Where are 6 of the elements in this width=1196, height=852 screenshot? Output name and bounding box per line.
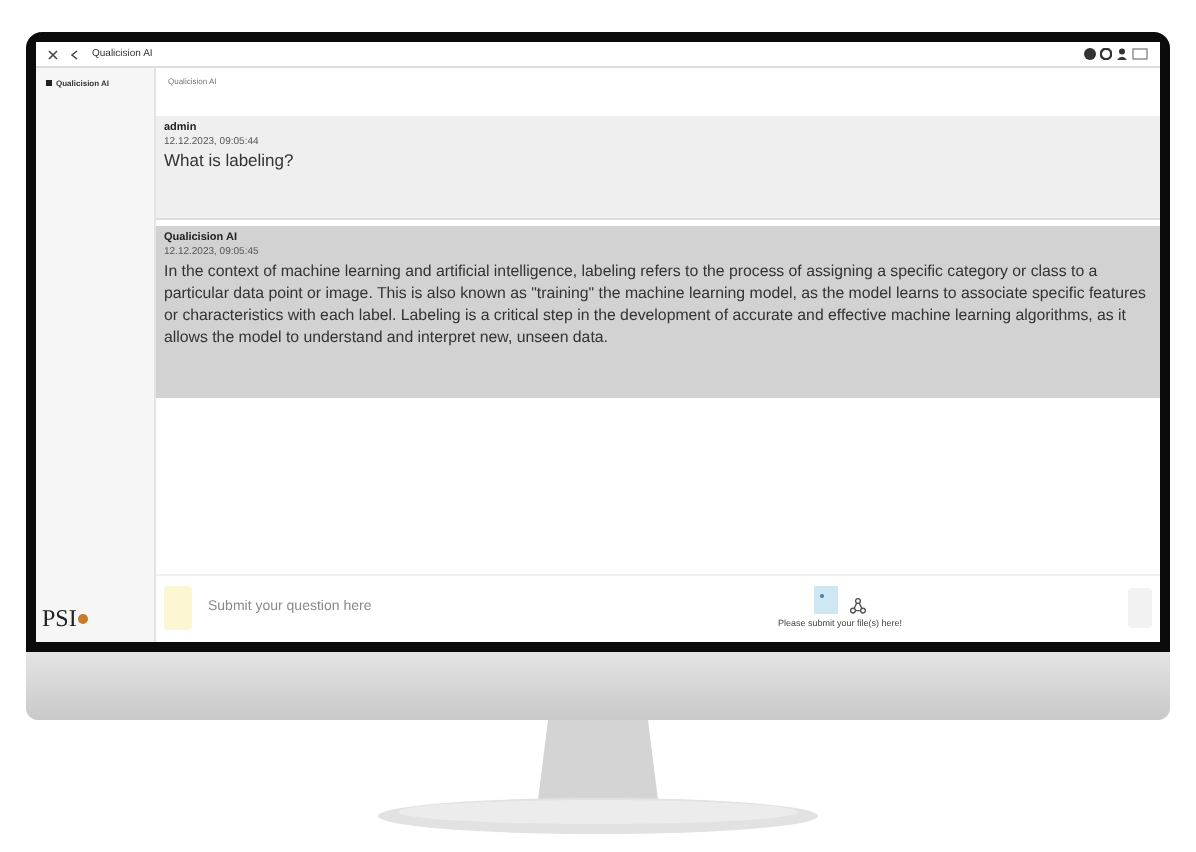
close-icon[interactable] (48, 49, 58, 59)
network-icon[interactable] (850, 598, 866, 614)
logo: PSI (42, 604, 148, 634)
user-icon[interactable] (1116, 48, 1128, 60)
back-icon[interactable] (70, 49, 80, 59)
message-text: What is labeling? (164, 150, 296, 172)
